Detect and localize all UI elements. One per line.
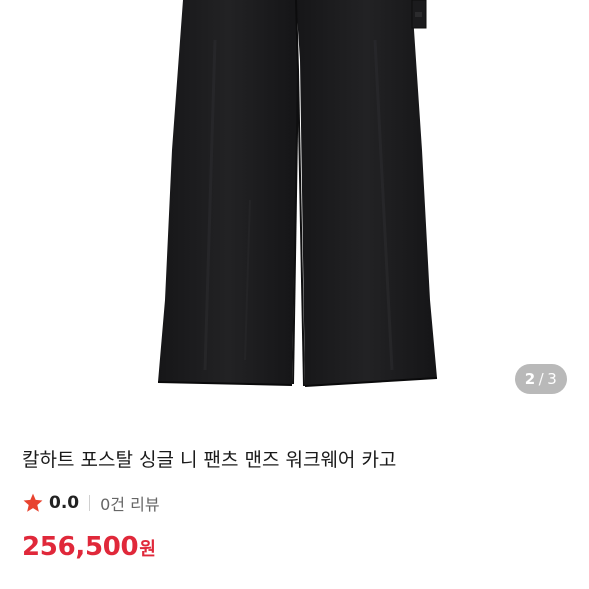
image-counter-total: 3 xyxy=(547,370,558,388)
rating-row[interactable]: 0.0 0건 리뷰 xyxy=(22,490,160,516)
price-currency-unit: 원 xyxy=(139,539,156,560)
pants-illustration xyxy=(157,0,438,387)
pants-right-leg xyxy=(296,0,437,386)
rating-value: 0.0 xyxy=(49,493,80,513)
image-counter-current: 2 xyxy=(524,370,536,388)
image-page-counter: 2 / 3 xyxy=(515,364,567,394)
pants-left-leg xyxy=(158,0,298,385)
price-amount: 256,500 xyxy=(22,532,139,562)
rating-divider xyxy=(89,495,91,511)
product-price: 256,500 원 xyxy=(22,532,156,562)
product-image[interactable]: 2 / 3 xyxy=(0,0,589,412)
product-detail-page: 2 / 3 칼하트 포스탈 싱글 니 팬츠 맨즈 워크웨어 카고 0.0 0건 … xyxy=(0,0,589,589)
star-icon xyxy=(23,493,43,512)
review-count-link[interactable]: 0건 리뷰 xyxy=(100,491,159,515)
image-counter-separator: / xyxy=(538,370,545,388)
product-title: 칼하트 포스탈 싱글 니 팬츠 맨즈 워크웨어 카고 xyxy=(22,449,397,471)
